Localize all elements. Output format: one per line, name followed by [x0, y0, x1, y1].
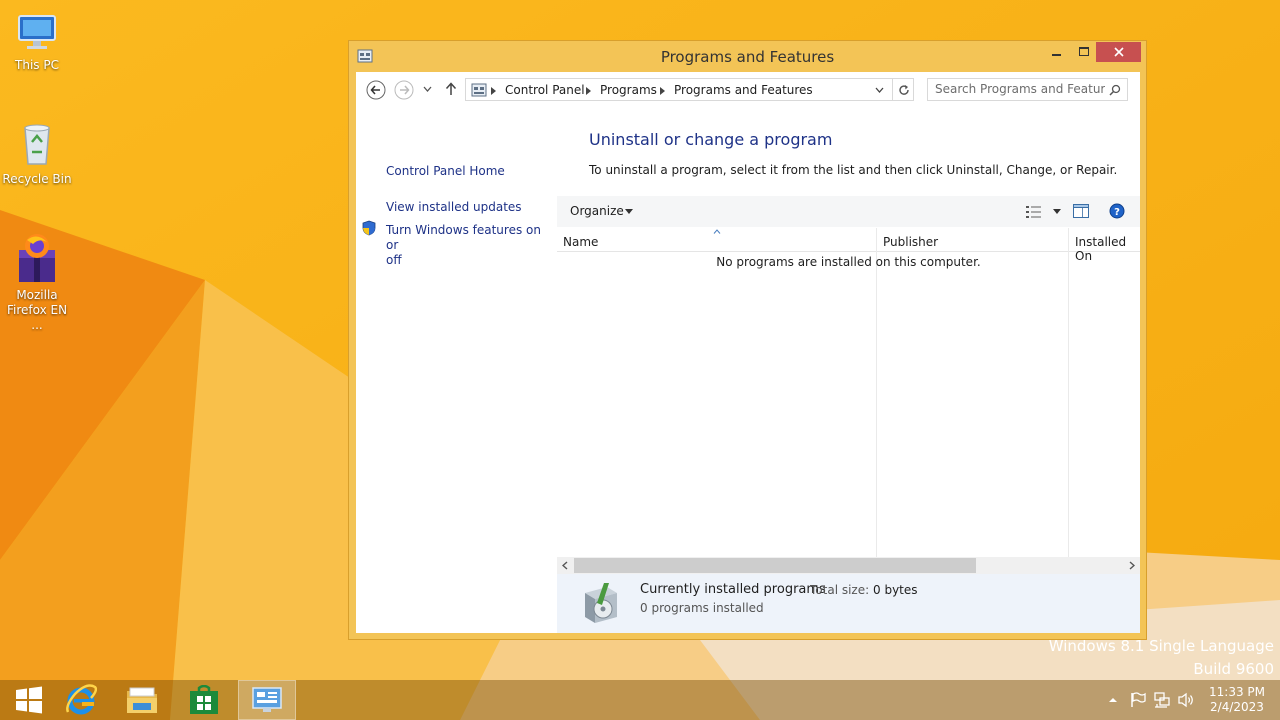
- desktop-icon-label: This PC: [15, 58, 59, 72]
- volume-icon[interactable]: [1178, 692, 1194, 708]
- breadcrumb-programs-and-features[interactable]: Programs and Features: [674, 83, 813, 97]
- clock-time: 11:33 PM: [1209, 685, 1265, 699]
- desktop-icon-label-line2: Firefox EN ...: [6, 303, 68, 332]
- column-header-publisher[interactable]: Publisher: [883, 235, 938, 249]
- view-installed-updates-link[interactable]: View installed updates: [386, 200, 522, 215]
- file-explorer-icon: [127, 687, 157, 713]
- column-divider[interactable]: [876, 228, 877, 558]
- programs-and-features-window: Programs and Features Control Panel Prog…: [348, 40, 1147, 640]
- breadcrumb-control-panel[interactable]: Control Panel: [505, 83, 585, 97]
- total-size-value: 0 bytes: [873, 583, 918, 597]
- svg-text:?: ?: [1114, 207, 1120, 218]
- search-box[interactable]: [927, 78, 1128, 101]
- scrollbar-thumb[interactable]: [574, 558, 976, 573]
- control-panel-home-link[interactable]: Control Panel Home: [386, 164, 505, 179]
- title-bar[interactable]: Programs and Features: [349, 41, 1146, 71]
- horizontal-scrollbar[interactable]: [557, 557, 1140, 574]
- empty-list-message: No programs are installed on this comput…: [716, 255, 981, 269]
- preview-pane-icon[interactable]: [1073, 204, 1089, 218]
- column-divider[interactable]: [1068, 228, 1069, 558]
- details-pane: Currently installed programs Total size:…: [557, 574, 1140, 633]
- windows-features-link[interactable]: Turn Windows features on or off: [386, 223, 552, 268]
- maximize-icon: [1078, 47, 1089, 56]
- taskbar-internet-explorer[interactable]: [52, 680, 110, 720]
- refresh-icon: [899, 84, 909, 95]
- organize-button[interactable]: Organize: [570, 204, 624, 218]
- program-list-header: Name Publisher Installed On: [557, 228, 1140, 263]
- main-content-pane: Uninstall or change a program To uninsta…: [557, 112, 1140, 633]
- uac-shield-icon: [362, 220, 376, 236]
- instructions-text: To uninstall a program, select it from t…: [589, 163, 1118, 177]
- refresh-button[interactable]: [892, 78, 915, 101]
- taskbar-control-panel[interactable]: [238, 680, 296, 720]
- close-icon: [1113, 47, 1124, 57]
- store-icon: [190, 685, 218, 714]
- taskbar-store[interactable]: [175, 680, 233, 720]
- firefox-installer-icon: [19, 234, 55, 282]
- help-icon[interactable]: ?: [1109, 203, 1125, 219]
- page-heading: Uninstall or change a program: [589, 130, 833, 149]
- taskbar-file-explorer[interactable]: [113, 680, 171, 720]
- internet-explorer-icon: [66, 684, 97, 715]
- computer-icon: [18, 15, 56, 49]
- windows-features-link-line2: off: [386, 253, 402, 267]
- window-client-area: Control Panel Programs Programs and Feat…: [356, 72, 1140, 633]
- breadcrumb-separator-icon[interactable]: [491, 87, 496, 95]
- breadcrumb-programs[interactable]: Programs: [600, 83, 657, 97]
- control-panel-icon: [252, 687, 282, 712]
- programs-count: 0 programs installed: [640, 601, 764, 615]
- search-icon[interactable]: [1109, 84, 1121, 96]
- desktop-icon-recycle-bin[interactable]: Recycle Bin: [0, 122, 74, 187]
- up-arrow-icon[interactable]: [445, 82, 457, 96]
- details-title: Currently installed programs: [640, 582, 826, 597]
- close-button[interactable]: [1096, 42, 1141, 62]
- breadcrumb-separator-icon[interactable]: [586, 87, 591, 95]
- total-size-label: Total size:: [810, 583, 870, 597]
- view-options-chevron-icon[interactable]: [1053, 209, 1061, 214]
- installed-programs-icon: [585, 583, 617, 623]
- sort-ascending-icon: [713, 229, 721, 234]
- recycle-bin-icon: [24, 124, 50, 165]
- search-input[interactable]: [935, 82, 1105, 96]
- taskbar-clock[interactable]: 11:33 PM 2/4/2023: [1196, 685, 1278, 715]
- windows-features-link-line1: Turn Windows features on or: [386, 223, 541, 252]
- desktop-icon-label-line1: Mozilla: [16, 288, 58, 302]
- scroll-left-icon[interactable]: [562, 561, 568, 570]
- scroll-right-icon[interactable]: [1129, 561, 1135, 570]
- control-panel-icon: [471, 83, 487, 97]
- desktop-icon-firefox-installer[interactable]: Mozilla Firefox EN ...: [0, 232, 74, 333]
- column-header-name[interactable]: Name: [563, 235, 598, 249]
- clock-date: 2/4/2023: [1210, 700, 1264, 714]
- windows-logo-icon: [16, 686, 42, 714]
- desktop-icon-this-pc[interactable]: This PC: [0, 10, 74, 73]
- forward-arrow-icon[interactable]: [394, 80, 414, 100]
- window-title: Programs and Features: [660, 48, 835, 66]
- recent-locations-chevron-icon[interactable]: [423, 86, 432, 92]
- back-arrow-icon[interactable]: [366, 80, 386, 100]
- address-bar[interactable]: Control Panel Programs Programs and Feat…: [465, 78, 914, 101]
- minimize-button[interactable]: [1043, 42, 1070, 62]
- show-hidden-icons-chevron-icon[interactable]: [1108, 697, 1118, 703]
- network-icon[interactable]: [1154, 692, 1170, 708]
- left-task-pane: Control Panel Home View installed update…: [356, 112, 552, 633]
- windows-build-watermark: Build 9600: [1193, 660, 1274, 678]
- command-toolbar: Organize ?: [557, 196, 1140, 227]
- start-button[interactable]: [0, 680, 58, 720]
- taskbar: 11:33 PM 2/4/2023: [0, 680, 1280, 720]
- chevron-down-icon[interactable]: [625, 209, 633, 214]
- maximize-button[interactable]: [1070, 42, 1097, 62]
- action-center-flag-icon[interactable]: [1130, 692, 1146, 708]
- breadcrumb-separator-icon[interactable]: [660, 87, 665, 95]
- address-history-chevron-icon[interactable]: [875, 86, 884, 94]
- details-view-icon[interactable]: [1026, 206, 1042, 218]
- desktop-icon-label: Recycle Bin: [2, 172, 72, 186]
- minimize-icon: [1051, 54, 1061, 56]
